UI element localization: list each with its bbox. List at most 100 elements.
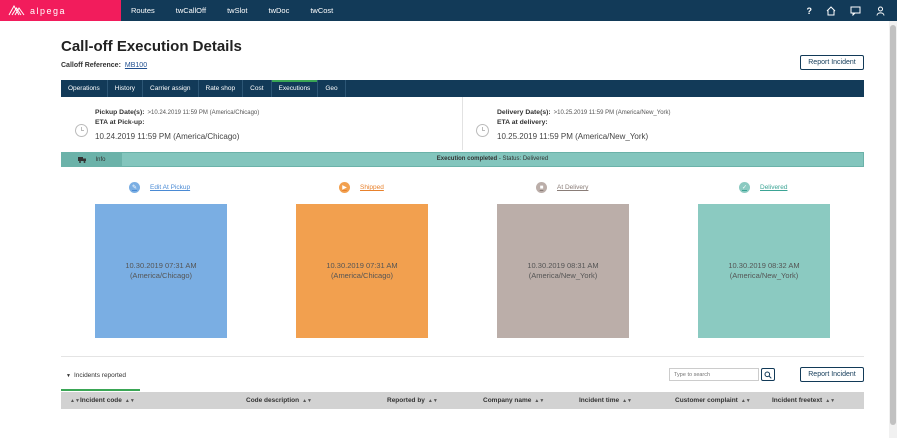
- delivery-info: Delivery Date(s): >10.25.2019 11:59 PM (A…: [463, 97, 864, 150]
- topnav-twdoc[interactable]: twDoc: [269, 6, 290, 15]
- topnav-twcost[interactable]: twCost: [310, 6, 333, 15]
- step-time: 10.30.2019 07:31 AM: [326, 261, 398, 270]
- tab-carrier-assign[interactable]: Carrier assign: [143, 80, 199, 97]
- incidents-toggle[interactable]: ▼ Incidents reported: [66, 372, 126, 379]
- scrollbar-thumb[interactable]: [890, 25, 896, 425]
- calloff-reference: Calloff Reference: MB100: [61, 62, 147, 69]
- messages-icon[interactable]: [850, 6, 862, 16]
- col-incident-time-label: Incident time: [579, 397, 620, 404]
- report-incident-button[interactable]: Report Incident: [800, 367, 864, 382]
- sort-icon: ▲▼: [124, 398, 135, 404]
- step-card-edit-at-pickup: 10.30.2019 07:31 AM (America/Chicago): [95, 204, 227, 338]
- col-code-description[interactable]: Code description ▲▼: [246, 392, 312, 410]
- incidents-table-header: ▲▼ Incident code ▲▼ Code description ▲▼ Re…: [61, 392, 864, 409]
- col-reported-by[interactable]: Reported by ▲▼: [387, 392, 438, 410]
- step-label-shipped: Shipped: [360, 184, 384, 191]
- info-cell: Info: [62, 153, 122, 166]
- tab-executions[interactable]: Executions: [271, 80, 319, 97]
- alpega-logo-icon: [8, 5, 25, 16]
- step-timezone: (America/Chicago): [129, 271, 193, 280]
- step-label-delivered: Delivered: [760, 184, 788, 191]
- step-time: 10.30.2019 08:31 AM: [527, 261, 599, 270]
- sort-icon: ▲▼: [534, 398, 545, 404]
- incidents-tab-underline: [61, 389, 140, 391]
- truck-icon: [78, 156, 87, 163]
- tab-history[interactable]: History: [108, 80, 144, 97]
- topnav-twslot[interactable]: twSlot: [227, 6, 247, 15]
- search-icon: [764, 371, 772, 379]
- status-message-bold: Execution completed: [436, 156, 498, 162]
- step-time: 10.30.2019 07:31 AM: [125, 261, 197, 270]
- step-card-shipped: 10.30.2019 07:31 AM (America/Chicago): [296, 204, 428, 338]
- step-timezone: (America/Chicago): [330, 271, 394, 280]
- col-company-name-label: Company name: [483, 397, 532, 404]
- sort-icon: ▲▼: [427, 398, 438, 404]
- help-icon[interactable]: ?: [807, 6, 813, 16]
- sort-icon: ▲▼: [825, 398, 836, 404]
- home-icon[interactable]: [826, 5, 836, 16]
- col-customer-complaint[interactable]: Customer complaint ▲▼: [675, 392, 751, 410]
- col-incident-code-label: Incident code: [80, 397, 122, 404]
- col-customer-complaint-label: Customer complaint: [675, 397, 738, 404]
- incident-search-input[interactable]: [669, 368, 759, 381]
- step-link-at-delivery[interactable]: ■ At Delivery: [536, 182, 588, 193]
- delivery-eta-label: ETA at delivery:: [497, 119, 548, 126]
- col-code-description-label: Code description: [246, 397, 300, 404]
- col-incident-freetext-label: Incident freetext: [772, 397, 823, 404]
- top-navigation-bar: alpega Routes twCallOff twSlot twDoc twC…: [0, 0, 897, 21]
- pickup-eta-value: 10.24.2019 11:59 PM (America/Chicago): [95, 132, 240, 141]
- caret-down-icon: ▼: [66, 373, 71, 379]
- topnav-routes[interactable]: Routes: [131, 6, 155, 15]
- page-scrollbar[interactable]: [889, 21, 897, 438]
- status-message-rest: - Status: Delivered: [497, 156, 549, 162]
- pickup-info: Pickup Date(s): >10.24.2019 11:59 PM (Ame…: [61, 97, 462, 150]
- user-icon[interactable]: [876, 6, 885, 16]
- status-message: Execution completed - Status: Delivered: [122, 153, 863, 166]
- step-time: 10.30.2019 08:32 AM: [728, 261, 800, 270]
- tab-operations[interactable]: Operations: [61, 80, 108, 97]
- delivery-eta-value: 10.25.2019 11:59 PM (America/New_York): [497, 132, 649, 141]
- step-link-delivered[interactable]: ✓ Delivered: [739, 182, 787, 193]
- step-card-at-delivery: 10.30.2019 08:31 AM (America/New_York): [497, 204, 629, 338]
- sort-icon: ▲▼: [740, 398, 751, 404]
- col-reported-by-label: Reported by: [387, 397, 425, 404]
- step-link-edit-at-pickup[interactable]: ✎ Edit At Pickup: [129, 182, 190, 193]
- sort-icon: ▲▼: [70, 398, 80, 404]
- topnav-twcalloff[interactable]: twCallOff: [176, 6, 206, 15]
- delivery-date-value: >10.25.2019 11:59 PM (America/New_York): [553, 110, 671, 116]
- col-company-name[interactable]: Company name ▲▼: [483, 392, 544, 410]
- tab-rate-shop[interactable]: Rate shop: [199, 80, 244, 97]
- section-divider: [61, 356, 864, 357]
- tab-geo[interactable]: Geo: [318, 80, 346, 97]
- pencil-icon: ✎: [129, 182, 140, 193]
- calloff-reference-link[interactable]: MB100: [125, 62, 147, 69]
- search-button[interactable]: [761, 368, 775, 381]
- pickup-date-label: Pickup Date(s):: [95, 109, 145, 116]
- delivery-icon: ■: [536, 182, 547, 193]
- col-incident-freetext[interactable]: Incident freetext ▲▼: [772, 392, 835, 410]
- brand-name: alpega: [30, 5, 67, 16]
- step-link-shipped[interactable]: ▶ Shipped: [339, 182, 384, 193]
- detail-tabs: Operations History Carrier assign Rate s…: [61, 80, 864, 97]
- col-incident-code[interactable]: Incident code ▲▼: [80, 392, 135, 410]
- col-incident-time[interactable]: Incident time ▲▼: [579, 392, 632, 410]
- page-title: Call-off Execution Details: [61, 38, 242, 55]
- pickup-date-value: >10.24.2019 11:59 PM (America/Chicago): [147, 110, 260, 116]
- step-card-delivered: 10.30.2019 08:32 AM (America/New_York): [698, 204, 830, 338]
- report-incident-button-top[interactable]: Report Incident: [800, 55, 864, 70]
- tab-cost[interactable]: Cost: [243, 80, 272, 97]
- clock-icon: [75, 124, 88, 137]
- calloff-reference-label: Calloff Reference:: [61, 62, 121, 69]
- incidents-toggle-label: Incidents reported: [73, 372, 126, 379]
- truck-icon: ▶: [339, 182, 350, 193]
- delivered-icon: ✓: [739, 182, 750, 193]
- sort-icon: ▲▼: [622, 398, 632, 404]
- select-all-sort[interactable]: ▲▼: [67, 392, 80, 410]
- execution-status-bar: Info Execution completed - Status: Deliv…: [61, 152, 864, 167]
- delivery-date-label: Delivery Date(s):: [497, 109, 551, 116]
- step-timezone: (America/New_York): [729, 271, 799, 280]
- brand-logo[interactable]: alpega: [0, 0, 121, 21]
- clock-icon: [476, 124, 489, 137]
- sort-icon: ▲▼: [302, 398, 312, 404]
- step-label-edit-at-pickup: Edit At Pickup: [150, 184, 191, 191]
